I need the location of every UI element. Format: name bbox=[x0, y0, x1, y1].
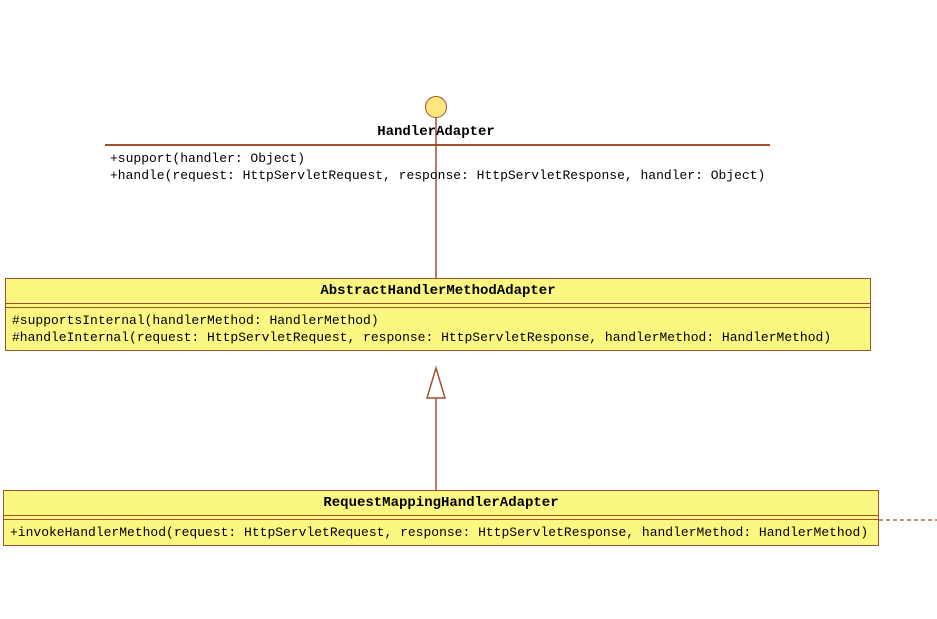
concrete-class-title: RequestMappingHandlerAdapter bbox=[4, 491, 878, 516]
interface-title: HandlerAdapter bbox=[0, 124, 872, 140]
abstract-class-title: AbstractHandlerMethodAdapter bbox=[6, 279, 870, 304]
interface-divider bbox=[105, 144, 770, 146]
abstract-class-method-0: #supportsInternal(handlerMethod: Handler… bbox=[12, 312, 864, 329]
generalization-arrowhead bbox=[427, 368, 445, 398]
concrete-class-method-0: +invokeHandlerMethod(request: HttpServle… bbox=[10, 524, 872, 541]
concrete-class-methods: +invokeHandlerMethod(request: HttpServle… bbox=[4, 520, 878, 545]
concrete-class-box: RequestMappingHandlerAdapter +invokeHand… bbox=[3, 490, 879, 546]
interface-methods: +support(handler: Object) +handle(reques… bbox=[110, 150, 770, 184]
interface-method-0: +support(handler: Object) bbox=[110, 150, 770, 167]
interface-method-1: +handle(request: HttpServletRequest, res… bbox=[110, 167, 770, 184]
interface-lollipop-circle bbox=[425, 96, 447, 118]
uml-class-diagram: HandlerAdapter +support(handler: Object)… bbox=[0, 0, 937, 619]
abstract-class-methods: #supportsInternal(handlerMethod: Handler… bbox=[6, 308, 870, 350]
abstract-class-box: AbstractHandlerMethodAdapter #supportsIn… bbox=[5, 278, 871, 351]
abstract-class-method-1: #handleInternal(request: HttpServletRequ… bbox=[12, 329, 864, 346]
